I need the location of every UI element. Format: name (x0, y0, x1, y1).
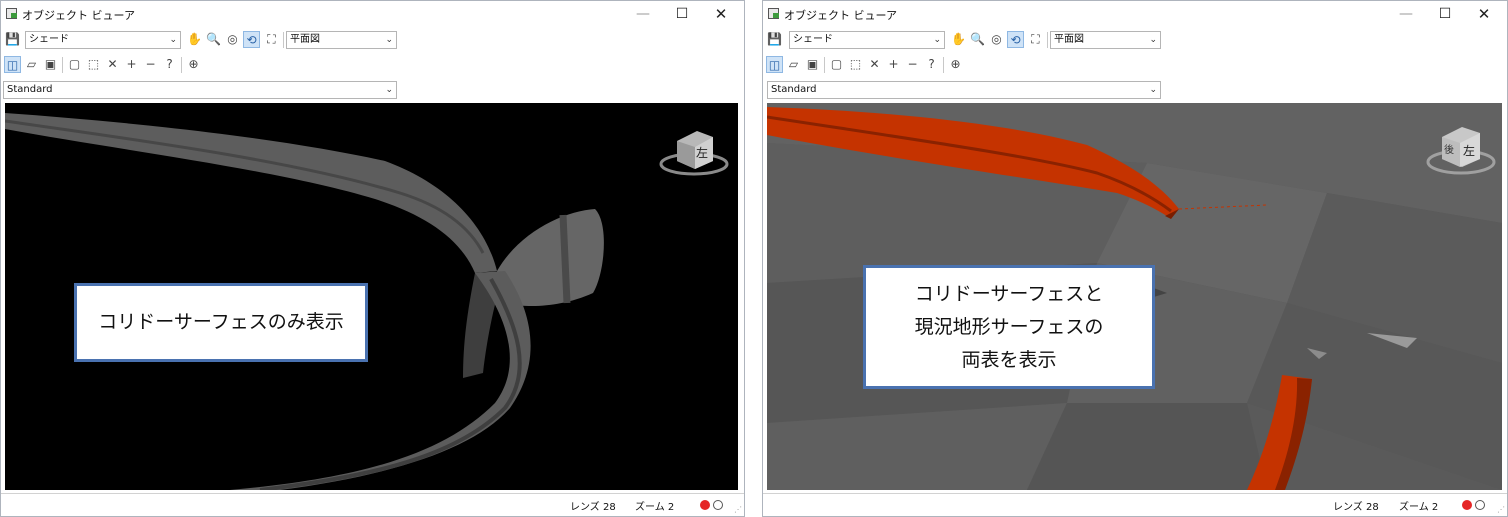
view-value: 平面図 (1054, 34, 1084, 45)
toolbar-separator (62, 57, 63, 73)
zoom-in-icon[interactable]: + (123, 56, 140, 73)
toolbar-separator (181, 57, 182, 73)
save-icon[interactable]: 💾 (4, 31, 21, 48)
chevron-down-icon: ⌄ (933, 35, 941, 45)
zoom-extents-icon[interactable]: ⬚ (85, 56, 102, 73)
object-viewer-window-1: オブジェクト ビューア — ☐ ✕ 💾 シェード ⌄ ✋ 🔍 ◎ ⟲ ⛶ 平面図… (0, 0, 745, 517)
3d-orbit-icon[interactable]: ⟲ (1007, 31, 1024, 48)
view-select[interactable]: 平面図 ⌄ (1050, 31, 1161, 49)
close-button[interactable]: ✕ (706, 4, 736, 24)
save-icon[interactable]: 💾 (766, 31, 783, 48)
lens-status: レンズ 28 (1333, 502, 1379, 513)
view-value: 平面図 (290, 34, 320, 45)
zoom-query-icon[interactable]: ? (923, 56, 940, 73)
pan-icon[interactable]: ✋ (950, 31, 967, 48)
orbit-icon[interactable]: ◎ (224, 31, 241, 48)
display-style-select[interactable]: Standard ⌄ (3, 81, 397, 99)
view-cube[interactable]: 左 (655, 129, 733, 179)
visual-style-value: シェード (793, 34, 833, 45)
wireframe-icon[interactable]: ◫ (4, 56, 21, 73)
status-circle-icon (1475, 500, 1485, 510)
resize-grip-icon[interactable]: ⋰ (1497, 505, 1505, 514)
chevron-down-icon: ⌄ (1149, 85, 1157, 95)
status-bar: レンズ 28 ズーム 2 ⋰ (1, 493, 744, 516)
chevron-down-icon: ⌄ (169, 35, 177, 45)
zoom-out-icon[interactable]: − (904, 56, 921, 73)
window-title: オブジェクト ビューア (784, 9, 898, 22)
minimize-button[interactable]: — (1391, 4, 1421, 24)
zoom-fit-icon[interactable]: ✕ (104, 56, 121, 73)
snapshot-icon[interactable]: ▣ (42, 56, 59, 73)
zoom-query-icon[interactable]: ? (161, 56, 178, 73)
target-icon[interactable]: ⊕ (185, 56, 202, 73)
zoom-status: ズーム 2 (635, 502, 675, 513)
maximize-button[interactable]: ☐ (1430, 4, 1460, 24)
minimize-button[interactable]: — (628, 4, 658, 24)
app-icon (768, 8, 779, 19)
zoom-fit-icon[interactable]: ✕ (866, 56, 883, 73)
wireframe-icon[interactable]: ◫ (766, 56, 783, 73)
zoom-in-icon[interactable]: + (885, 56, 902, 73)
view-cube[interactable]: 後 左 (1422, 125, 1500, 179)
target-icon[interactable]: ⊕ (947, 56, 964, 73)
zoom-status: ズーム 2 (1399, 502, 1439, 513)
display-style-select[interactable]: Standard ⌄ (767, 81, 1161, 99)
chevron-down-icon: ⌄ (1149, 35, 1157, 45)
snapshot-icon[interactable]: ▣ (804, 56, 821, 73)
callout-line: 両表を表示 (961, 348, 1057, 371)
3d-orbit-icon[interactable]: ⟲ (243, 31, 260, 48)
callout-corridor-only: コリドーサーフェスのみ表示 (74, 283, 368, 362)
visual-style-value: シェード (29, 34, 69, 45)
callout-line: コリドーサーフェスと (914, 282, 1104, 305)
status-circle-icon (713, 500, 723, 510)
camera-icon[interactable]: ⛶ (263, 31, 280, 48)
shaded-icon[interactable]: ▱ (23, 56, 40, 73)
orbit-icon[interactable]: ◎ (988, 31, 1005, 48)
app-icon (6, 8, 17, 19)
lens-status: レンズ 28 (570, 502, 616, 513)
zoom-window-icon[interactable]: ▢ (66, 56, 83, 73)
record-indicator-icon (1462, 500, 1472, 510)
zoom-icon[interactable]: 🔍 (205, 31, 222, 48)
view-cube-face-label: 左 (1463, 144, 1476, 158)
record-indicator-icon (700, 500, 710, 510)
zoom-extents-icon[interactable]: ⬚ (847, 56, 864, 73)
resize-grip-icon[interactable]: ⋰ (734, 505, 742, 514)
callout-line: 現況地形サーフェスの (914, 315, 1104, 338)
zoom-window-icon[interactable]: ▢ (828, 56, 845, 73)
status-bar: レンズ 28 ズーム 2 ⋰ (763, 493, 1507, 516)
title-bar[interactable]: オブジェクト ビューア — ☐ ✕ (1, 1, 744, 29)
shaded-icon[interactable]: ▱ (785, 56, 802, 73)
window-title: オブジェクト ビューア (22, 9, 136, 22)
view-select[interactable]: 平面図 ⌄ (286, 31, 397, 49)
title-bar[interactable]: オブジェクト ビューア — ☐ ✕ (763, 1, 1507, 29)
visual-style-select[interactable]: シェード ⌄ (25, 31, 181, 49)
camera-icon[interactable]: ⛶ (1027, 31, 1044, 48)
visual-style-select[interactable]: シェード ⌄ (789, 31, 945, 49)
zoom-icon[interactable]: 🔍 (969, 31, 986, 48)
view-cube-face-label: 左 (696, 146, 709, 160)
view-cube-back-label: 後 (1444, 145, 1454, 156)
toolbar-separator (283, 32, 284, 48)
object-viewer-window-2: オブジェクト ビューア — ☐ ✕ 💾 シェード ⌄ ✋ 🔍 ◎ ⟲ ⛶ 平面図… (762, 0, 1508, 517)
display-style-value: Standard (7, 84, 53, 95)
callout-corridor-and-terrain: コリドーサーフェスと 現況地形サーフェスの 両表を表示 (863, 265, 1155, 389)
zoom-out-icon[interactable]: − (142, 56, 159, 73)
display-style-value: Standard (771, 84, 817, 95)
callout-line: コリドーサーフェスのみ表示 (98, 311, 344, 333)
close-button[interactable]: ✕ (1469, 4, 1499, 24)
chevron-down-icon: ⌄ (385, 85, 393, 95)
maximize-button[interactable]: ☐ (667, 4, 697, 24)
chevron-down-icon: ⌄ (385, 35, 393, 45)
toolbar-separator (1047, 32, 1048, 48)
pan-icon[interactable]: ✋ (186, 31, 203, 48)
toolbar-separator (824, 57, 825, 73)
toolbar-separator (943, 57, 944, 73)
